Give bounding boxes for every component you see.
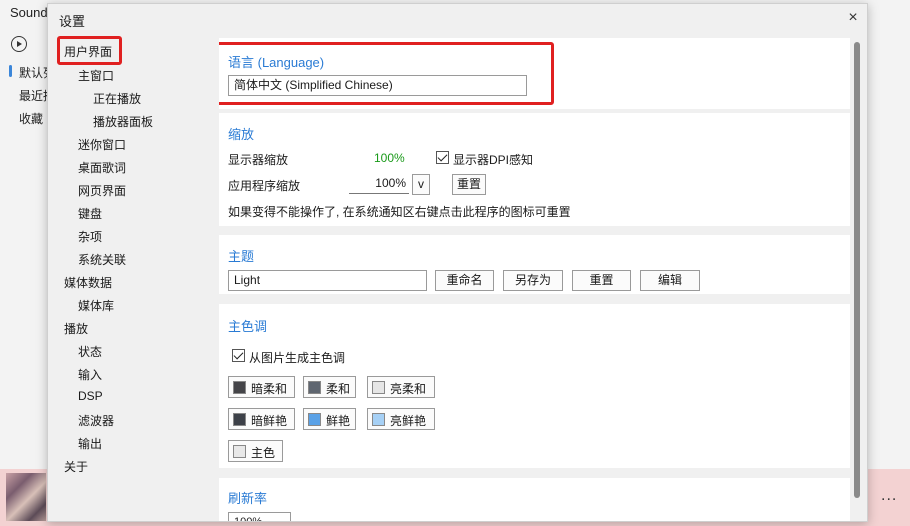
accent-from-image-checkbox[interactable] [232, 349, 245, 362]
theme-reset-button[interactable]: 重置 [572, 270, 631, 291]
settings-dialog: 设置 × 用户界面 主窗口 正在播放 播放器面板 迷你窗口 桌面歌词 网页界面 … [47, 3, 868, 522]
swatch-vivid-button[interactable]: 鲜艳 [303, 408, 356, 430]
nav-item-dsp[interactable]: DSP [78, 389, 103, 403]
accent-from-image-label: 从图片生成主色调 [249, 351, 346, 365]
swatch-light-soft-button[interactable]: 亮柔和 [367, 376, 435, 398]
theme-title: 主题 [228, 249, 255, 264]
nav-item-playback[interactable]: 播放 [64, 320, 88, 337]
nav-item-filter[interactable]: 滤波器 [78, 412, 114, 429]
accent-section: 主色调 从图片生成主色调 暗柔和 柔和 亮柔和 暗鲜艳 鲜艳 亮鲜艳 主色 [219, 304, 850, 468]
swatch-dark-vivid-color [233, 413, 246, 426]
scaling-section: 缩放 显示器缩放 100% 显示器DPI感知 应用程序缩放 100% v 重置 … [219, 113, 850, 226]
app-scaling-input[interactable]: 100% [349, 174, 409, 194]
scrollbar-thumb[interactable] [854, 42, 860, 498]
swatch-soft-button[interactable]: 柔和 [303, 376, 356, 398]
nav-item-about[interactable]: 关于 [64, 458, 88, 475]
nav-item-now-playing[interactable]: 正在播放 [93, 90, 141, 107]
scaling-title: 缩放 [228, 127, 255, 142]
swatch-main-color [233, 445, 246, 458]
scaling-reset-button[interactable]: 重置 [452, 174, 486, 195]
swatch-dark-vivid-label: 暗鲜艳 [251, 414, 288, 428]
nav-item-keyboard[interactable]: 键盘 [78, 205, 102, 222]
language-select[interactable]: 简体中文 (Simplified Chinese) [228, 75, 527, 96]
swatch-light-soft-label: 亮柔和 [390, 382, 427, 396]
swatch-vivid-label: 鲜艳 [326, 414, 351, 428]
swatch-soft-color [308, 381, 321, 394]
nav-item-desktop-lyrics[interactable]: 桌面歌词 [78, 159, 126, 176]
swatch-dark-soft-label: 暗柔和 [251, 382, 288, 396]
refresh-title: 刷新率 [228, 491, 268, 506]
display-scaling-value: 100% [374, 151, 405, 165]
nav-item-system-association[interactable]: 系统关联 [78, 251, 126, 268]
theme-save-as-button[interactable]: 另存为 [503, 270, 563, 291]
swatch-light-vivid-color [372, 413, 385, 426]
scaling-hint: 如果变得不能操作了, 在系统通知区右键点击此程序的图标可重置 [228, 205, 571, 219]
album-cover[interactable] [6, 473, 46, 521]
nav-item-user-interface[interactable]: 用户界面 [64, 43, 112, 60]
theme-section: 主题 Light 重命名 另存为 重置 编辑 [219, 235, 850, 294]
nav-item-mini-window[interactable]: 迷你窗口 [78, 136, 126, 153]
dialog-title: 设置 [59, 14, 86, 29]
accent-title: 主色调 [228, 319, 268, 334]
selected-indicator [9, 65, 12, 77]
nav-item-media-data[interactable]: 媒体数据 [64, 274, 112, 291]
nav-item-main-window[interactable]: 主窗口 [78, 67, 114, 84]
refresh-section: 刷新率 100% [219, 478, 850, 521]
nav-item-output[interactable]: 输出 [78, 435, 102, 452]
nav-item-input[interactable]: 输入 [78, 366, 102, 383]
nav-item-status[interactable]: 状态 [78, 343, 102, 360]
refresh-rate-select[interactable]: 100% [228, 512, 291, 521]
swatch-dark-soft-color [233, 381, 246, 394]
settings-content: 语言 (Language) 简体中文 (Simplified Chinese) … [219, 38, 851, 521]
swatch-soft-label: 柔和 [326, 382, 351, 396]
swatch-light-vivid-label: 亮鲜艳 [390, 414, 427, 428]
app-scaling-dropdown[interactable]: v [412, 174, 430, 195]
nav-item-player-panel[interactable]: 播放器面板 [93, 113, 153, 130]
swatch-dark-soft-button[interactable]: 暗柔和 [228, 376, 295, 398]
nav-item-media-library[interactable]: 媒体库 [78, 297, 114, 314]
dpi-awareness-checkbox[interactable] [436, 151, 449, 164]
swatch-main-label: 主色 [251, 446, 276, 460]
more-icon[interactable]: ... [881, 487, 897, 505]
swatch-vivid-color [308, 413, 321, 426]
close-icon[interactable]: × [845, 10, 861, 26]
language-title: 语言 (Language) [228, 55, 325, 70]
language-section: 语言 (Language) 简体中文 (Simplified Chinese) [219, 38, 850, 109]
sidebar-item-favorites[interactable]: 收藏 [19, 110, 43, 127]
app-scaling-label: 应用程序缩放 [228, 179, 301, 193]
dpi-awareness-label: 显示器DPI感知 [453, 153, 534, 167]
swatch-dark-vivid-button[interactable]: 暗鲜艳 [228, 408, 295, 430]
swatch-light-vivid-button[interactable]: 亮鲜艳 [367, 408, 435, 430]
theme-edit-button[interactable]: 编辑 [640, 270, 700, 291]
theme-select[interactable]: Light [228, 270, 427, 291]
display-scaling-label: 显示器缩放 [228, 153, 289, 167]
swatch-main-button[interactable]: 主色 [228, 440, 283, 462]
nav-item-misc[interactable]: 杂项 [78, 228, 102, 245]
app-title: Sound [10, 5, 48, 20]
play-icon[interactable] [11, 36, 27, 52]
swatch-light-soft-color [372, 381, 385, 394]
nav-item-web-ui[interactable]: 网页界面 [78, 182, 126, 199]
theme-rename-button[interactable]: 重命名 [435, 270, 494, 291]
